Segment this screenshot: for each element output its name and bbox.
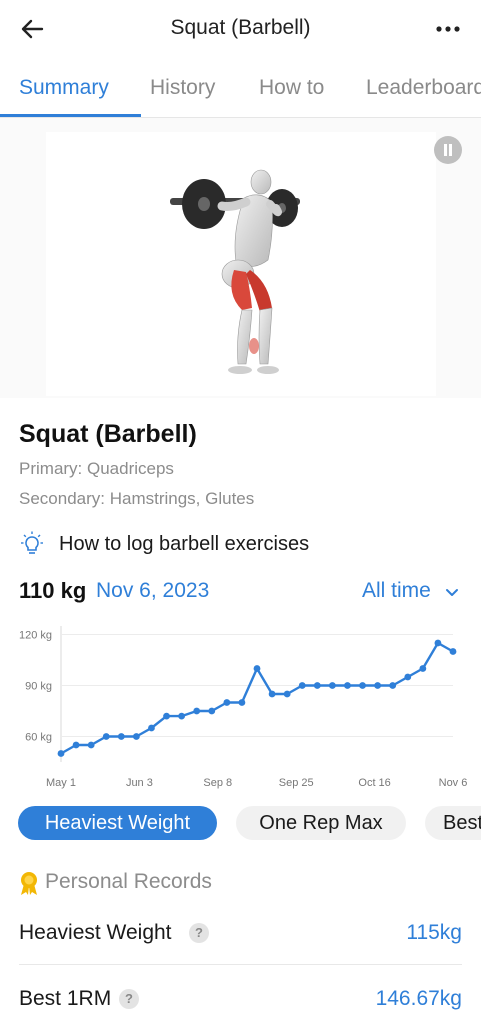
chart-data-point [72,741,80,749]
secondary-muscles: Secondary: Hamstrings, Glutes [19,489,255,508]
selected-value: 110 kg [19,578,87,603]
chart-x-tick-label: Sep 8 [203,777,232,789]
chart-data-point [404,673,412,681]
chart-data-point [344,682,351,689]
chart-data-point [117,733,125,740]
more-horizontal-icon [436,26,460,32]
exercise-animation [0,118,481,398]
chart-y-tick-label: 120 kg [19,630,52,642]
animation-frame [46,132,436,396]
chart-data-point [193,707,201,715]
lightbulb-icon [21,531,43,554]
help-icon[interactable]: ? [189,923,209,943]
metric-selector: Heaviest Weight One Rep Max Best Set Vol… [0,806,481,842]
chart-data-point [253,665,261,672]
chart-x-tick-label: May 1 [46,777,76,789]
chart-x-tick-label: Oct 16 [358,777,390,789]
chart-data-point [298,682,306,689]
primary-muscle: Primary: Quadriceps [19,459,174,478]
metric-one-rep-max[interactable]: One Rep Max [236,806,406,840]
record-best-1rm: Best 1RM ? 146.67kg [19,987,462,1024]
chart-y-tick-label: 60 kg [25,732,52,744]
chart-data-point [208,707,216,715]
chart-x-tick-label: Nov 6 [439,777,468,789]
page-title: Squat (Barbell) [170,16,311,39]
chart-data-point [178,712,186,720]
chart-data-point [283,690,291,698]
time-range-dropdown[interactable]: All time [362,579,431,603]
chart-data-point [57,750,65,757]
help-icon[interactable]: ? [119,989,139,1009]
chart-y-tick-label: 90 kg [25,681,52,693]
record-label: Best 1RM [19,987,112,1010]
chart-data-point [389,682,397,689]
active-tab-indicator [0,114,141,117]
chart-data-point [374,682,382,689]
chart-data-point [359,682,366,689]
chart-data-point [434,639,442,647]
exercise-name: Squat (Barbell) [19,420,197,448]
more-options-button[interactable] [433,14,463,44]
tab-bar: Summary History How to Leaderboard [0,66,481,118]
chart-data-point [87,741,95,749]
record-heaviest-weight: Heaviest Weight ? 115kg [19,921,462,961]
record-value: 146.67kg [375,987,462,1010]
tab-summary[interactable]: Summary [19,76,109,100]
chart-data-point [148,724,155,732]
chart-data-point [328,682,336,689]
chart-data-point [419,665,427,672]
selected-date: Nov 6, 2023 [96,579,210,602]
chart-data-point [449,648,457,655]
tab-leaderboard[interactable]: Leaderboard [366,76,481,100]
top-bar: Squat (Barbell) [0,0,481,58]
progress-chart[interactable]: 120 kg 90 kg 60 kg May 1 Jun 3 Sep 8 Sep 25 Oct… [0,620,481,795]
chart-data-point [163,712,170,720]
chart-data-point [238,699,246,706]
record-value: 115kg [406,921,462,944]
squat-illustration [170,169,300,374]
chart-data-point [268,690,276,698]
chart-x-tick-label: Sep 25 [279,777,314,789]
tab-how-to[interactable]: How to [259,76,324,100]
tab-history[interactable]: History [150,76,215,100]
record-label: Heaviest Weight [19,921,172,944]
medal-icon [21,872,37,895]
row-divider [19,964,462,965]
chart-data-point [313,682,321,689]
chart-data-point [223,699,231,706]
metric-heaviest-weight[interactable]: Heaviest Weight [18,806,217,840]
chart-data-point [102,733,110,740]
chevron-down-icon[interactable] [443,583,461,601]
pause-button[interactable] [434,136,462,164]
personal-records-title: Personal Records [45,870,212,893]
chart-data-point [132,733,140,740]
chart-x-tick-label: Jun 3 [126,777,153,789]
howto-link-label: How to log barbell exercises [59,533,310,555]
metric-best-set-volume[interactable]: Best Set Volume [425,806,481,840]
